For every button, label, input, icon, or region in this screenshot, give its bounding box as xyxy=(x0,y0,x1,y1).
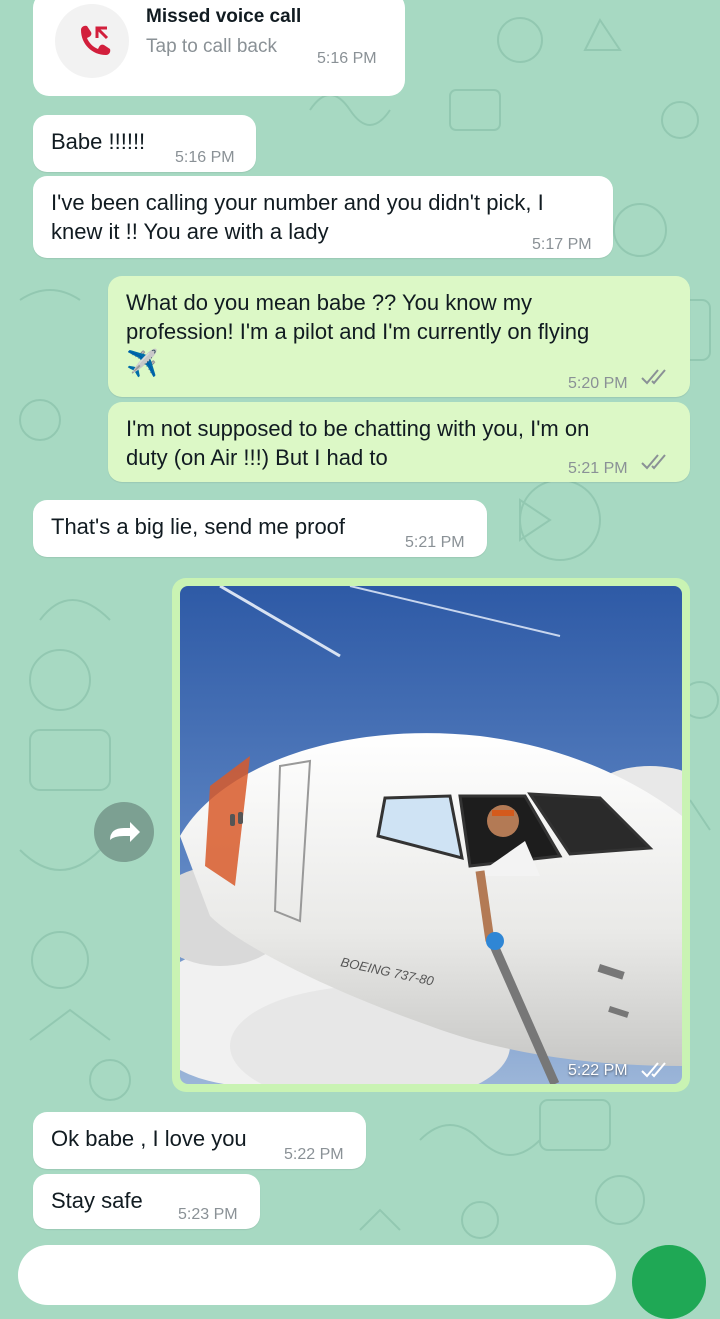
message-time: 5:22 PM xyxy=(284,1146,344,1163)
message-text-line: knew it !! You are with a lady xyxy=(51,219,329,244)
message-time: 5:21 PM xyxy=(405,534,465,551)
image-message-time: 5:22 PM xyxy=(568,1062,628,1079)
message-text-line: I've been calling your number and you di… xyxy=(51,190,544,215)
message-text: Babe !!!!!! xyxy=(51,129,146,154)
double-check-icon xyxy=(640,367,672,397)
missed-call-card[interactable]: Missed voice call Tap to call back 5:16 … xyxy=(33,0,405,96)
missed-call-icon xyxy=(81,25,111,55)
mic-button[interactable] xyxy=(632,1245,706,1319)
message-time: 5:23 PM xyxy=(178,1206,238,1223)
image-message-bubble[interactable]: BOEING 737-80 5:22 PM xyxy=(172,578,690,1092)
message-bubble-incoming[interactable]: Stay safe 5:23 PM xyxy=(33,1174,260,1229)
message-time: 5:21 PM xyxy=(568,460,628,477)
message-input-bar[interactable] xyxy=(18,1245,616,1305)
missed-call-time: 5:16 PM xyxy=(317,50,377,67)
message-bubble-incoming[interactable]: That's a big lie, send me proof 5:21 PM xyxy=(33,500,487,557)
message-bubble-incoming[interactable]: I've been calling your number and you di… xyxy=(33,176,613,258)
message-bubble-outgoing[interactable]: What do you mean babe ?? You know my pro… xyxy=(108,276,690,397)
message-time: 5:17 PM xyxy=(532,236,592,253)
message-bubble-outgoing[interactable]: I'm not supposed to be chatting with you… xyxy=(108,402,690,482)
shared-photo[interactable]: BOEING 737-80 5:22 PM xyxy=(180,586,682,1084)
message-time: 5:16 PM xyxy=(175,149,235,166)
message-text: That's a big lie, send me proof xyxy=(51,514,346,539)
missed-call-icon-wrap xyxy=(55,4,129,78)
message-text: Stay safe xyxy=(51,1188,143,1213)
message-time: 5:20 PM xyxy=(568,375,628,392)
message-bubble-incoming[interactable]: Ok babe , I love you 5:22 PM xyxy=(33,1112,366,1169)
message-text-line: profession! I'm a pilot and I'm currentl… xyxy=(126,319,590,344)
message-text: Ok babe , I love you xyxy=(51,1126,247,1151)
forward-arrow-icon xyxy=(110,822,140,842)
double-check-icon xyxy=(640,452,672,482)
forward-button[interactable] xyxy=(94,802,154,862)
missed-call-title: Missed voice call xyxy=(146,6,302,27)
message-text-line: What do you mean babe ?? You know my xyxy=(126,290,533,315)
missed-call-subtitle[interactable]: Tap to call back xyxy=(146,36,277,58)
double-check-icon xyxy=(640,1060,672,1084)
airplane-selfie-image: BOEING 737-80 xyxy=(180,586,682,1084)
message-text-line: I'm not supposed to be chatting with you… xyxy=(126,416,590,441)
message-bubble-incoming[interactable]: Babe !!!!!! 5:16 PM xyxy=(33,115,256,172)
